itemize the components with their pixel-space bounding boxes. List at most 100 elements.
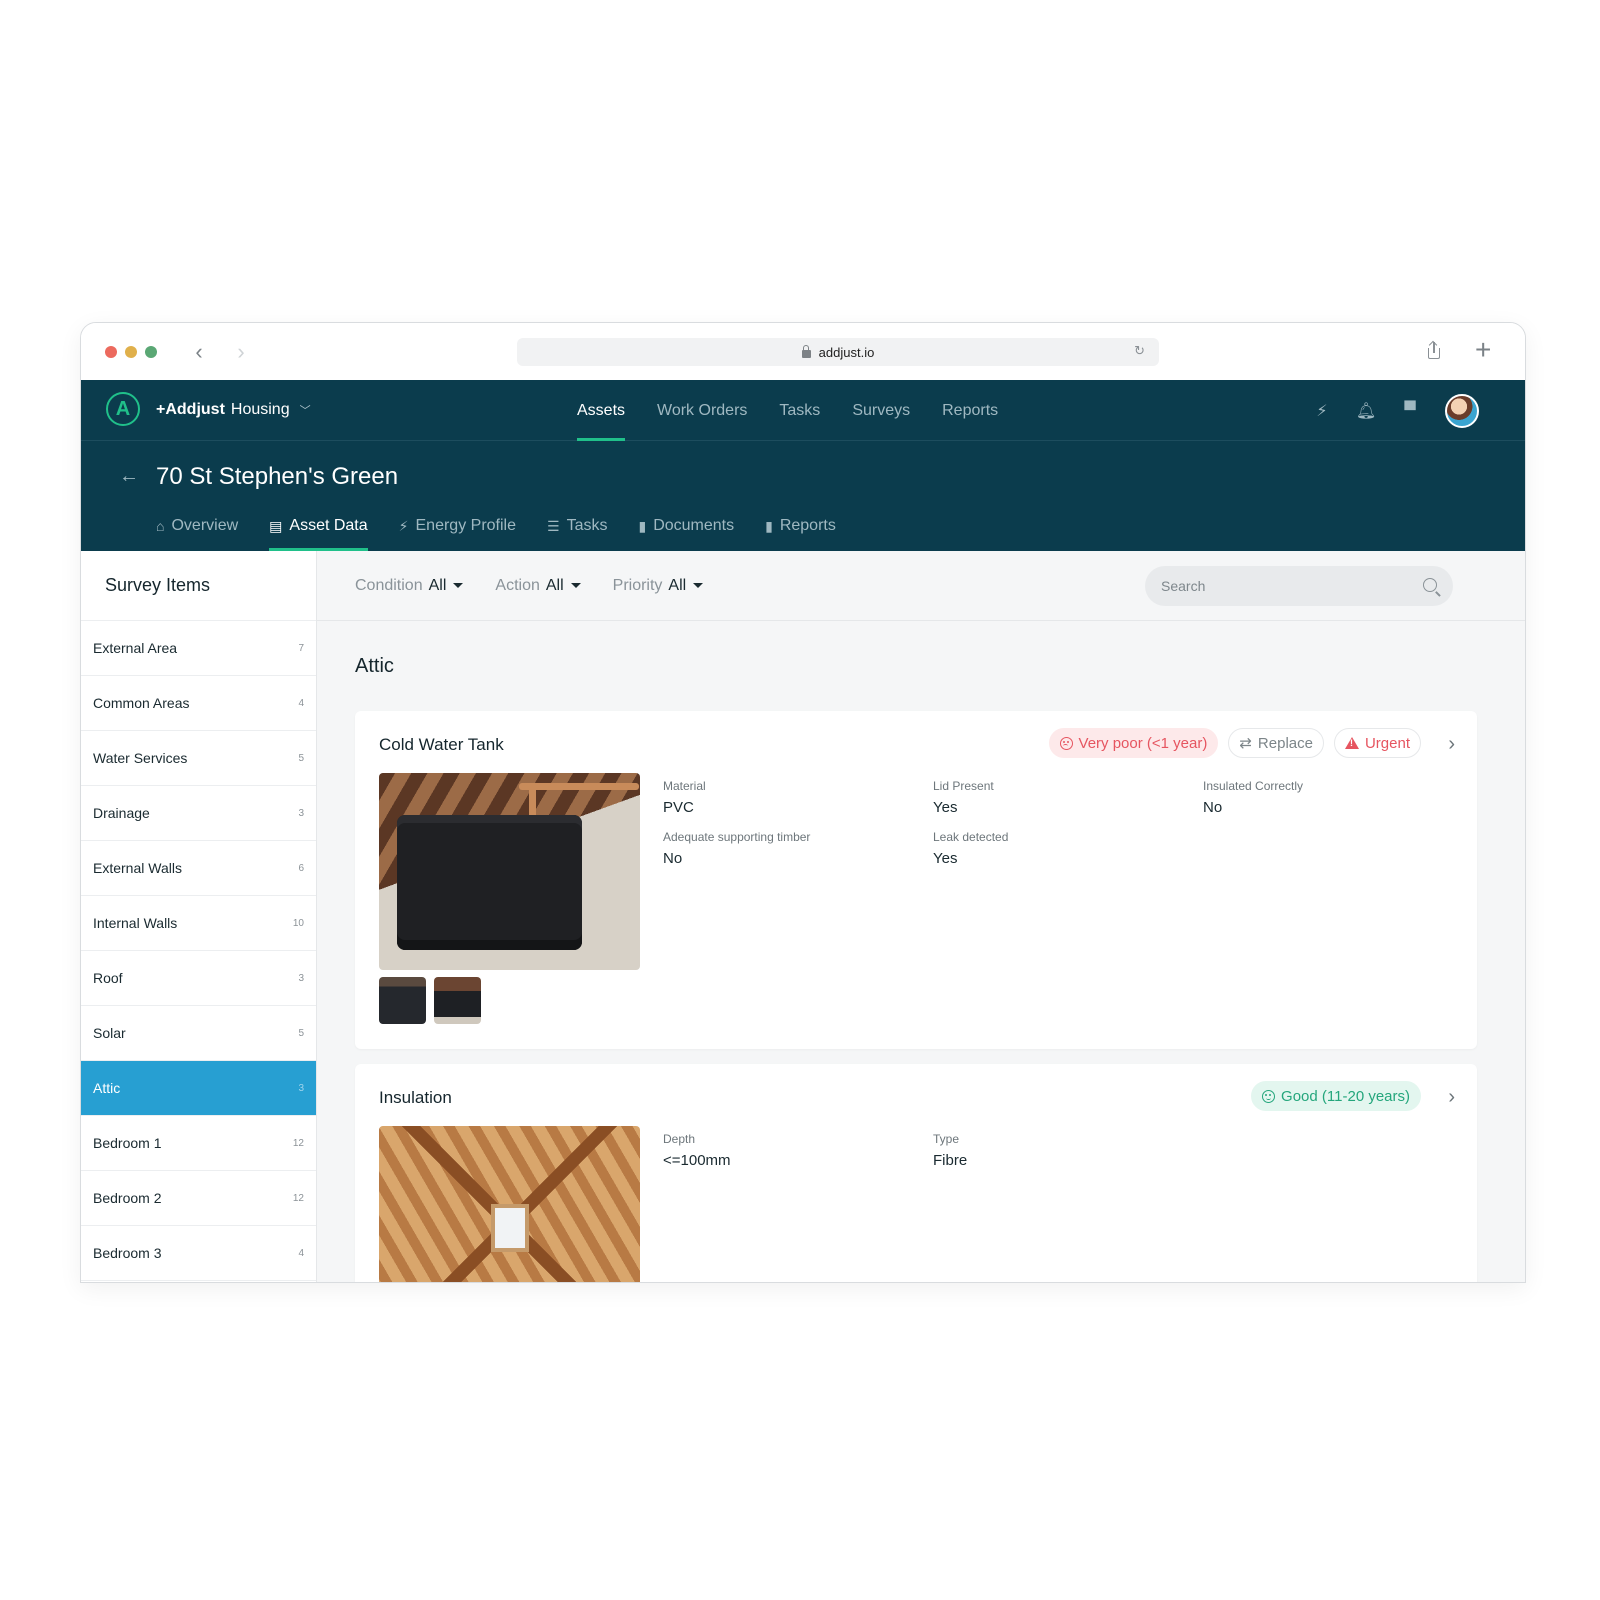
new-tab-icon[interactable]: +: [1475, 336, 1491, 364]
nav-work-orders[interactable]: Work Orders: [657, 380, 747, 441]
property-label: Lid Present: [933, 779, 994, 793]
tab-label: Documents: [653, 517, 735, 534]
sidebar-item-attic[interactable]: Attic 3: [81, 1061, 316, 1116]
sidebar-item-count: 3: [298, 807, 304, 819]
card-badges: Good (11-20 years): [1251, 1081, 1421, 1111]
browser-back-icon[interactable]: ‹: [187, 338, 211, 366]
sidebar-item-internal-walls[interactable]: Internal Walls 10: [81, 896, 316, 951]
tab-overview[interactable]: ⌂ Overview: [156, 501, 238, 551]
nav-surveys[interactable]: Surveys: [852, 380, 910, 441]
home-icon: ⌂: [156, 518, 165, 534]
url-text: addjust.io: [818, 344, 875, 360]
sad-face-icon: [1059, 736, 1073, 750]
survey-item-card[interactable]: Insulation Good (11-20 years) › Depth <=1…: [355, 1064, 1477, 1282]
nav-reports[interactable]: Reports: [942, 380, 998, 441]
file-icon: ▮: [638, 518, 647, 534]
org-switcher[interactable]: +Addjust Housing ﹀: [156, 401, 311, 419]
tab-asset-data[interactable]: ▤ Asset Data: [269, 501, 368, 551]
property-value: Fibre: [933, 1152, 968, 1169]
tab-documents[interactable]: ▮ Documents: [638, 501, 734, 551]
card-title: Insulation: [379, 1088, 452, 1107]
address-bar[interactable]: addjust.io ↻: [517, 338, 1159, 366]
card-badges: Very poor (<1 year) ⇄ Replace Urgent: [1048, 728, 1421, 758]
action-filter[interactable]: Action All: [495, 577, 581, 595]
item-properties: Depth <=100mm Type Fibre: [663, 1132, 1473, 1169]
search-input[interactable]: [1161, 578, 1411, 594]
property-label: Type: [933, 1132, 960, 1146]
filter-label: Action: [495, 577, 540, 594]
filter-value: All: [545, 577, 564, 594]
maximize-window-button[interactable]: [145, 346, 157, 358]
nav-tasks[interactable]: Tasks: [779, 380, 820, 441]
tab-tasks[interactable]: ☰ Tasks: [547, 501, 607, 551]
back-arrow-icon[interactable]: ←: [119, 465, 139, 488]
priority-filter[interactable]: Priority All: [613, 577, 704, 595]
close-window-button[interactable]: [105, 346, 117, 358]
sidebar-item-count: 10: [292, 917, 304, 929]
search-box: [1145, 566, 1453, 606]
chevron-right-icon[interactable]: ›: [1448, 1086, 1455, 1109]
sidebar-item-common-areas[interactable]: Common Areas 4: [81, 676, 316, 731]
browser-forward-icon[interactable]: ›: [229, 338, 253, 366]
photo-window: [491, 1204, 529, 1252]
sidebar-item-bedroom-1[interactable]: Bedroom 1 12: [81, 1116, 316, 1171]
share-icon[interactable]: [1426, 340, 1442, 362]
chevron-right-icon[interactable]: ›: [1448, 733, 1455, 756]
sidebar-item-bedroom-2[interactable]: Bedroom 2 12: [81, 1171, 316, 1226]
property-label: Leak detected: [933, 830, 1009, 844]
property: Insulated Correctly No: [1203, 779, 1473, 816]
property: Depth <=100mm: [663, 1132, 933, 1169]
sidebar-item-roof[interactable]: Roof 3: [81, 951, 316, 1006]
thumbnail[interactable]: [434, 977, 481, 1024]
sidebar-item-label: Water Services: [93, 750, 188, 766]
sidebar-title: Survey Items: [81, 551, 316, 621]
condition-badge: Good (11-20 years): [1251, 1081, 1421, 1111]
property-value: No: [663, 850, 683, 867]
search-icon[interactable]: [1423, 578, 1437, 592]
property: Adequate supporting timber No: [663, 830, 933, 867]
badge-label: Urgent: [1364, 734, 1410, 752]
item-photo[interactable]: [379, 1126, 640, 1282]
tab-reports[interactable]: ▮ Reports: [765, 501, 836, 551]
sidebar-item-label: Bedroom 3: [93, 1245, 162, 1261]
tab-label: Energy Profile: [415, 517, 517, 534]
sidebar-item-label: Solar: [93, 1025, 126, 1041]
condition-filter[interactable]: Condition All: [355, 577, 464, 595]
page-title: 70 St Stephen's Green: [156, 463, 399, 490]
sidebar-item-count: 7: [298, 642, 304, 654]
avatar[interactable]: [1445, 393, 1479, 428]
minimize-window-button[interactable]: [125, 346, 137, 358]
chat-icon[interactable]: ▀: [1401, 402, 1419, 420]
photo-thumbnails: [379, 977, 481, 1024]
sidebar-item-count: 6: [298, 862, 304, 874]
lightning-icon[interactable]: ⚡: [1313, 402, 1331, 420]
nav-assets[interactable]: Assets: [577, 380, 626, 441]
action-badge: ⇄ Replace: [1228, 728, 1324, 758]
survey-items-sidebar: Survey Items External Area 7 Common Areas…: [81, 551, 317, 1282]
chevron-down-icon: ﹀: [299, 405, 311, 417]
sidebar-item-drainage[interactable]: Drainage 3: [81, 786, 316, 841]
main-nav: Assets Work Orders Tasks Surveys Reports: [577, 380, 998, 441]
sidebar-item-label: Roof: [93, 970, 123, 986]
happy-face-icon: [1262, 1089, 1276, 1103]
property-value: No: [1203, 799, 1223, 816]
item-photo[interactable]: [379, 773, 640, 970]
priority-badge: Urgent: [1333, 728, 1421, 758]
sidebar-item-water-services[interactable]: Water Services 5: [81, 731, 316, 786]
browser-window: ‹ › addjust.io ↻ + A +Addjust Housing ﹀ …: [80, 322, 1526, 1283]
sidebar-item-label: Internal Walls: [93, 915, 178, 931]
tab-energy-profile[interactable]: ⚡ Energy Profile: [399, 501, 516, 551]
app-logo[interactable]: A: [106, 392, 140, 426]
bell-icon[interactable]: 🔔︎: [1356, 402, 1376, 420]
property: Leak detected Yes: [933, 830, 1203, 867]
property-label: Adequate supporting timber: [663, 830, 811, 844]
replace-icon: ⇄: [1239, 735, 1252, 752]
survey-item-card[interactable]: Cold Water Tank Very poor (<1 year) ⇄ Re…: [355, 711, 1477, 1049]
sidebar-item-count: 12: [292, 1137, 304, 1149]
sidebar-item-external-walls[interactable]: External Walls 6: [81, 841, 316, 896]
sidebar-item-external-area[interactable]: External Area 7: [81, 621, 316, 676]
reload-icon[interactable]: ↻: [1134, 343, 1145, 359]
sidebar-item-solar[interactable]: Solar 5: [81, 1006, 316, 1061]
sidebar-item-bedroom-3[interactable]: Bedroom 3 4: [81, 1226, 316, 1281]
thumbnail[interactable]: [379, 977, 426, 1024]
